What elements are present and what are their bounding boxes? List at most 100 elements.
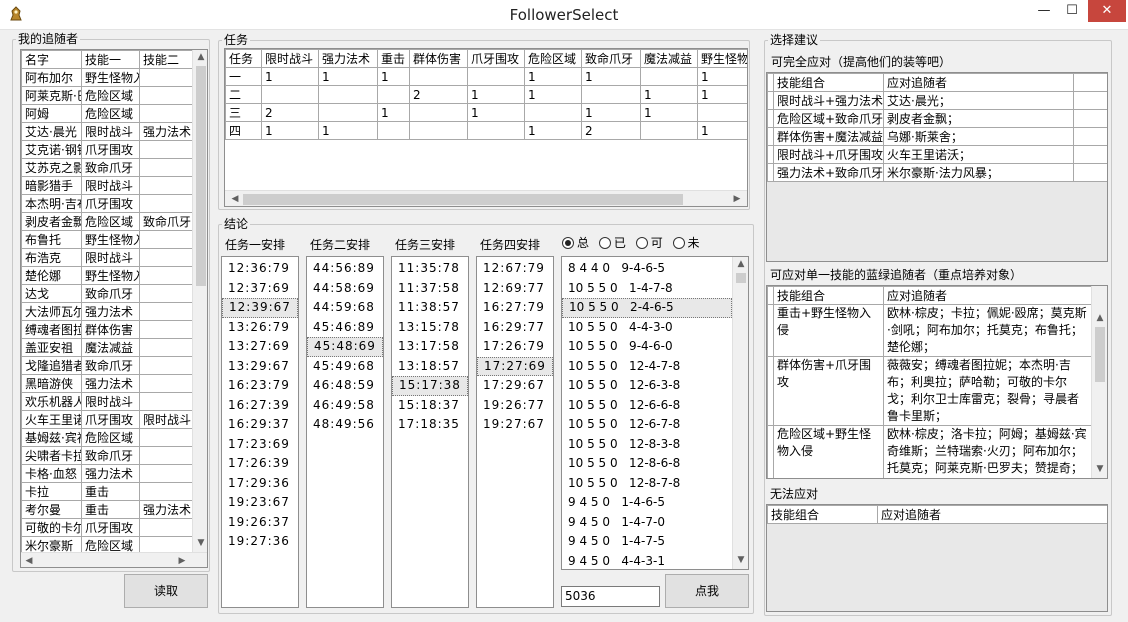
column-header[interactable]: 名字 — [21, 50, 82, 69]
followers-hscroll[interactable]: ◀ ▶ — [21, 552, 207, 567]
radio-not[interactable] — [672, 236, 685, 249]
table-row[interactable]: 阿姆 危险区域 — [21, 104, 194, 123]
column-header[interactable]: 爪牙围攻 — [467, 49, 525, 68]
table-row[interactable]: 布浩克 限时战斗 — [21, 248, 194, 267]
table-row[interactable]: 群体伤害+爪牙围攻 薇薇安；缚魂者图拉妮；本杰明·吉布；利奥拉；萨哈勒；可敬的卡尔… — [767, 356, 1093, 426]
combo-vscroll[interactable]: ▲ ▼ — [732, 257, 748, 569]
scroll-down-arrow-icon[interactable]: ▼ — [734, 553, 748, 567]
table-row[interactable]: 卡格·血怒 强力法术 — [21, 464, 194, 483]
column-header[interactable]: 技能组合 — [773, 286, 884, 305]
list-item[interactable]: 10 5 5 0 12-6-6-8 — [562, 396, 732, 416]
list-item[interactable]: 17:29:67 — [477, 376, 553, 396]
scroll-thumb[interactable] — [1095, 327, 1105, 382]
list-item[interactable]: 13:27:69 — [222, 337, 298, 357]
table-row[interactable]: 大法师瓦尔 强力法术 — [21, 302, 194, 321]
column-header[interactable]: 野生怪物 — [697, 49, 747, 68]
list-item[interactable]: 10 5 5 0 12-6-3-8 — [562, 376, 732, 396]
table-row[interactable]: 基姆兹·宾福危险区域 — [21, 428, 194, 447]
column-header[interactable]: 技能一 — [81, 50, 140, 69]
column-header[interactable]: 任务 — [225, 49, 262, 68]
list-item[interactable]: 11:35:78 — [392, 259, 468, 279]
list-item[interactable]: 12:36:79 — [222, 259, 298, 279]
column-header[interactable]: 强力法术 — [318, 49, 378, 68]
list-item[interactable]: 16:27:79 — [477, 298, 553, 318]
scroll-up-arrow-icon[interactable]: ▲ — [1093, 311, 1107, 325]
scroll-left-arrow-icon[interactable]: ◀ — [23, 554, 35, 567]
scroll-right-arrow-icon[interactable]: ▶ — [731, 192, 743, 206]
list-item[interactable]: 16:29:77 — [477, 318, 553, 338]
table-row[interactable]: 考尔曼 重击 强力法术 — [21, 500, 194, 519]
list-item[interactable]: 10 5 5 0 1-4-7-8 — [562, 279, 732, 299]
combo-list[interactable]: 8 4 4 0 9-4-6-5 10 5 5 0 1-4-7-8 10 5 5 0 … — [562, 259, 732, 570]
table-row[interactable]: 重击+野生怪物入侵 欧林·棕皮；卡拉；佩妮·殴席；莫克斯·剑吼；阿布加尔；托莫克；… — [767, 304, 1093, 357]
read-button[interactable]: 读取 — [124, 574, 208, 608]
table-row[interactable]: 群体伤害+魔法减益 乌娜·斯莱舍； — [767, 127, 1107, 146]
list-item[interactable]: 16:23:79 — [222, 376, 298, 396]
table-row[interactable]: 艾克诺·钢铁之拳爪牙围攻 — [21, 140, 194, 159]
list-item[interactable]: 8 4 4 0 9-4-6-5 — [562, 259, 732, 279]
table-row[interactable]: 艾达·晨光 限时战斗 强力法术 — [21, 122, 194, 141]
list-item[interactable]: 48:49:56 — [307, 415, 383, 435]
list-item[interactable]: 13:15:78 — [392, 318, 468, 338]
list-item[interactable]: 15:17:38 — [392, 376, 468, 396]
single-vscroll[interactable]: ▲ ▼ — [1091, 286, 1107, 478]
table-row[interactable]: 欢乐机器人 限时战斗 — [21, 392, 194, 411]
list-item[interactable]: 11:37:58 — [392, 279, 468, 299]
tasks-hscroll[interactable]: ◀ ▶ — [225, 190, 747, 206]
scroll-down-arrow-icon[interactable]: ▼ — [194, 536, 207, 550]
radio-done[interactable] — [598, 236, 611, 249]
scroll-down-arrow-icon[interactable]: ▼ — [1093, 462, 1107, 476]
list-item[interactable]: 19:26:37 — [222, 513, 298, 533]
column-header[interactable]: 危险区域 — [524, 49, 582, 68]
list-item[interactable]: 17:27:69 — [477, 356, 553, 376]
list-item[interactable]: 15:18:37 — [392, 396, 468, 416]
list-item[interactable]: 10 5 5 0 12-8-7-8 — [562, 474, 732, 494]
column-header[interactable]: 技能组合 — [767, 505, 878, 524]
list-item[interactable]: 45:49:68 — [307, 357, 383, 377]
list-item[interactable]: 17:23:69 — [222, 435, 298, 455]
radio-possible[interactable] — [635, 236, 648, 249]
list-item[interactable]: 9 4 5 0 1-4-7-0 — [562, 513, 732, 533]
list-item[interactable]: 17:26:79 — [477, 337, 553, 357]
list-item[interactable]: 13:18:57 — [392, 357, 468, 377]
scroll-thumb[interactable] — [196, 66, 206, 286]
table-row[interactable]: 卡拉 重击 — [21, 482, 194, 501]
list-item[interactable]: 44:59:68 — [307, 298, 383, 318]
table-row[interactable]: 强力法术+致命爪牙 米尔豪斯·法力风暴； — [767, 163, 1107, 182]
table-row[interactable]: 缚魂者图拉妮群体伤害 — [21, 320, 194, 339]
list-item[interactable]: 10 5 5 0 9-4-6-0 — [562, 337, 732, 357]
list-item[interactable]: 10 5 5 0 4-4-3-0 — [562, 318, 732, 338]
scroll-thumb[interactable] — [243, 194, 683, 205]
table-row[interactable]: 达戈 致命爪牙 — [21, 284, 194, 303]
table-row[interactable]: 暗影猎手 限时战斗 — [21, 176, 194, 195]
table-row[interactable]: 剥皮者金飘 危险区域 致命爪牙 — [21, 212, 194, 231]
column-header[interactable]: 魔法减益 — [640, 49, 698, 68]
list-item[interactable]: 10 5 5 0 12-8-6-8 — [562, 454, 732, 474]
close-button[interactable]: ✕ — [1088, 0, 1126, 22]
column-header[interactable]: 技能组合 — [773, 73, 884, 92]
list-item[interactable]: 46:48:59 — [307, 376, 383, 396]
table-row[interactable]: 危险区域+野生怪物入侵 欧林·棕皮；洛卡拉；阿姆；基姆兹·宾奇维斯；兰特瑞索·火刃… — [767, 425, 1093, 478]
table-row[interactable]: 限时战斗+强力法术 艾达·晨光； — [767, 91, 1107, 110]
table-row[interactable]: 楚伦娜野生怪物入侵 — [21, 266, 194, 285]
table-row[interactable]: 一111111 — [225, 67, 747, 86]
list-item[interactable]: 19:26:77 — [477, 396, 553, 416]
column-header[interactable]: 应对追随者 — [883, 286, 1093, 305]
table-row[interactable]: 布鲁托野生怪物入侵 — [21, 230, 194, 249]
list-item[interactable]: 9 4 5 0 4-4-3-1 — [562, 552, 732, 570]
table-row[interactable]: 阿布加尔野生怪物入侵 — [21, 68, 194, 87]
list-item[interactable]: 46:49:58 — [307, 396, 383, 416]
click-me-button[interactable]: 点我 — [665, 574, 749, 608]
list-item[interactable]: 12:39:67 — [222, 298, 298, 318]
list-item[interactable]: 44:58:69 — [307, 279, 383, 299]
table-row[interactable]: 限时战斗+爪牙围攻 火车王里诺沃； — [767, 145, 1107, 164]
list-item[interactable]: 17:18:35 — [392, 415, 468, 435]
table-row[interactable]: 可敬的卡尔 爪牙围攻 — [21, 518, 194, 537]
list-item[interactable]: 13:29:67 — [222, 357, 298, 377]
table-row[interactable]: 本杰明·吉布爪牙围攻 — [21, 194, 194, 213]
task1-list[interactable]: 12:36:79 12:37:69 12:39:67 13:26:79 13:27:69… — [221, 256, 299, 608]
table-row[interactable]: 四11121 — [225, 121, 747, 140]
scroll-thumb[interactable] — [736, 273, 746, 283]
list-item[interactable]: 13:26:79 — [222, 318, 298, 338]
table-row[interactable]: 黑暗游侠 强力法术 — [21, 374, 194, 393]
